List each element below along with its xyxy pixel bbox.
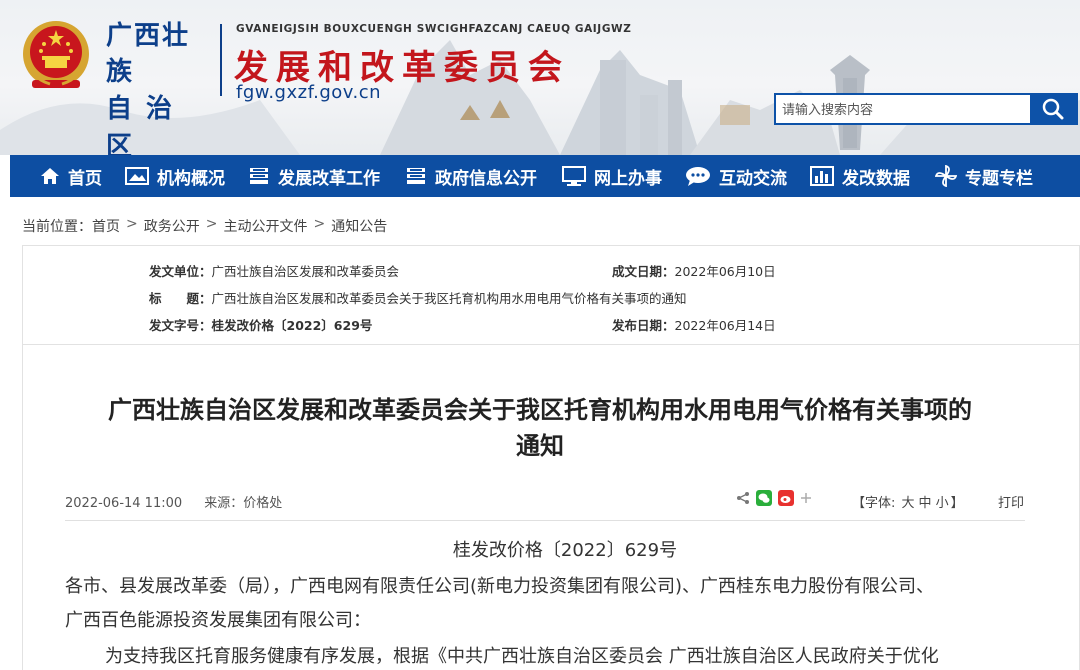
meta-date-published: 发布日期：2022年06月14日 <box>612 315 776 334</box>
pinwheel-icon <box>935 165 957 187</box>
article-source: 来源：价格处 <box>204 496 283 511</box>
zhuang-subtitle: GVANEIGJSIH BOUXCUENGH SWCIGHFAZCANJ CAE… <box>236 23 632 35</box>
breadcrumb-prefix: 当前位置： <box>22 219 92 235</box>
article-doc-number: 桂发改价格〔2022〕629号 <box>452 540 678 561</box>
search-icon <box>1042 98 1064 120</box>
site-header: 广西壮族 自治区 GVANEIGJSIH BOUXCUENGH SWCIGHFA… <box>0 0 1080 155</box>
share-tools <box>736 490 812 506</box>
meta-doc-no: 发文字号：桂发改价格〔2022〕629号 <box>149 315 372 334</box>
stack-icon <box>407 168 425 184</box>
home-icon <box>41 168 59 184</box>
meta-issuer: 发文单位：广西壮族自治区发展和改革委员会 <box>149 261 399 280</box>
picture-icon <box>125 167 149 185</box>
share-icon[interactable] <box>736 491 750 505</box>
article-paragraph-line: 各市、县发展改革委（局），广西电网有限责任公司(新电力投资集团有限公司)、广西桂… <box>65 576 935 597</box>
article-title-line1: 广西壮族自治区发展和改革委员会关于我区托育机构用水用电用气价格有关事项的 <box>108 396 972 424</box>
header-divider <box>220 24 222 96</box>
font-label-open: 【字体: <box>852 496 896 511</box>
breadcrumb-home[interactable]: 首页 <box>92 216 120 236</box>
meta-doc-no-value: 桂发改价格〔2022〕629号 <box>211 318 373 333</box>
meta-date-published-label: 发布日期： <box>612 318 675 333</box>
article-paragraph-line: 广西百色能源投资发展集团有限公司： <box>65 610 371 631</box>
nav-online-services[interactable]: 网上办事 <box>562 155 662 197</box>
plus-icon[interactable] <box>800 492 812 504</box>
site-domain[interactable]: fgw.gxzf.gov.cn <box>236 82 381 103</box>
chat-icon <box>686 167 710 186</box>
breadcrumb-notices[interactable]: 通知公告 <box>331 216 387 236</box>
main-nav: 首页 机构概况 发展改革工作 政府信息公开 网上办事 互动交流 发改数据 专题专… <box>10 155 1080 197</box>
wechat-icon[interactable] <box>756 490 772 506</box>
region-name-line2: 自治区 <box>106 94 187 155</box>
nav-label: 互动交流 <box>719 168 787 189</box>
nav-info-disclosure[interactable]: 政府信息公开 <box>405 155 537 197</box>
font-label-close: 】 <box>950 496 964 511</box>
breadcrumb-separator: > <box>126 216 138 232</box>
breadcrumb: 当前位置： 首页 > 政务公开 > 主动公开文件 > 通知公告 <box>22 216 387 236</box>
document-meta-box: 发文单位：广西壮族自治区发展和改革委员会 成文日期：2022年06月10日 标 … <box>22 245 1080 345</box>
font-size-control: 【字体: 大中小】 <box>852 492 964 511</box>
breadcrumb-public-affairs[interactable]: 政务公开 <box>144 216 200 236</box>
meta-date-created-label: 成文日期： <box>612 264 675 279</box>
article-divider <box>65 520 1025 521</box>
nav-label: 首页 <box>68 168 102 189</box>
meta-date-created-value: 2022年06月10日 <box>674 264 776 279</box>
breadcrumb-separator: > <box>313 216 326 232</box>
stack-icon <box>250 168 268 184</box>
nav-label: 发展改革工作 <box>278 168 380 189</box>
nav-special-topics[interactable]: 专题专栏 <box>935 155 1033 197</box>
font-medium-button[interactable]: 中 <box>919 496 932 511</box>
nav-interaction[interactable]: 互动交流 <box>685 155 787 197</box>
article-datetime: 2022-06-14 11:00 <box>65 496 183 511</box>
nav-about[interactable]: 机构概况 <box>125 155 225 197</box>
breadcrumb-separator: > <box>205 216 218 232</box>
weibo-icon[interactable] <box>778 490 794 506</box>
meta-issuer-value: 广西壮族自治区发展和改革委员会 <box>211 264 400 279</box>
breadcrumb-public-files[interactable]: 主动公开文件 <box>223 216 307 236</box>
search-box <box>774 93 1078 125</box>
search-button[interactable] <box>1030 95 1076 123</box>
bar-chart-icon <box>810 166 834 186</box>
monitor-icon <box>562 166 586 186</box>
print-button[interactable]: 打印 <box>998 492 1024 511</box>
article-paragraph-line: 为支持我区托育服务健康有序发展，根据《中共广西壮族自治区委员会 广西壮族自治区人… <box>87 646 939 667</box>
font-large-button[interactable]: 大 <box>902 496 915 511</box>
article-info: 2022-06-14 11:00 来源：价格处 <box>65 492 282 511</box>
nav-home[interactable]: 首页 <box>40 155 102 197</box>
search-input[interactable] <box>776 95 1030 123</box>
nav-label: 专题专栏 <box>965 168 1033 189</box>
meta-date-published-value: 2022年06月14日 <box>674 318 776 333</box>
meta-title-value: 广西壮族自治区发展和改革委员会关于我区托育机构用水用电用气价格有关事项的通知 <box>211 291 687 306</box>
nav-label: 网上办事 <box>594 168 662 189</box>
nav-label: 机构概况 <box>157 168 225 189</box>
meta-issuer-label: 发文单位： <box>149 264 212 279</box>
nav-data[interactable]: 发改数据 <box>810 155 910 197</box>
meta-date-created: 成文日期：2022年06月10日 <box>612 261 776 280</box>
meta-doc-no-label: 发文字号： <box>149 318 212 333</box>
article-title-line2: 通知 <box>516 432 564 460</box>
font-small-button[interactable]: 小 <box>936 496 949 511</box>
meta-title-label: 标 题： <box>149 291 212 306</box>
article-title: 广西壮族自治区发展和改革委员会关于我区托育机构用水用电用气价格有关事项的 通知 <box>0 392 1080 464</box>
nav-reform-work[interactable]: 发展改革工作 <box>248 155 380 197</box>
region-name-line1: 广西壮族 <box>106 21 191 87</box>
nav-label: 发改数据 <box>842 168 910 189</box>
nav-label: 政府信息公开 <box>435 168 537 189</box>
national-emblem-icon <box>23 21 89 88</box>
region-name: 广西壮族 自治区 <box>106 18 216 155</box>
meta-title: 标 题：广西壮族自治区发展和改革委员会关于我区托育机构用水用电用气价格有关事项的… <box>149 288 687 307</box>
